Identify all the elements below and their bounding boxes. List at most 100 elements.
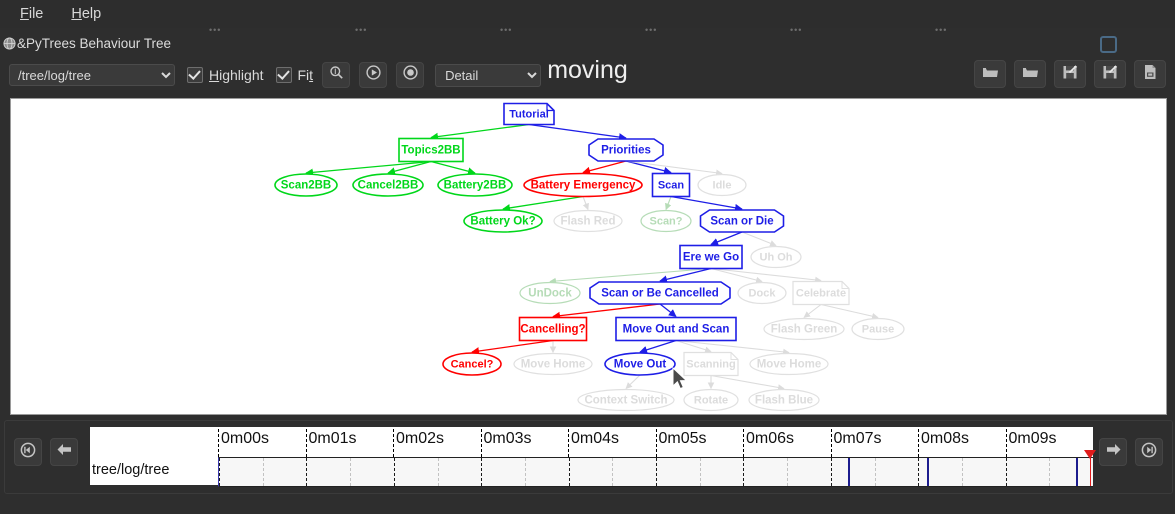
save-document-button[interactable] xyxy=(1134,60,1166,88)
node-label: Scan or Die xyxy=(710,216,773,228)
open-folder-icon xyxy=(982,65,999,84)
timeline-ruler[interactable]: 0m00s 0m01s 0m02s 0m03s 0m04s 0m05s 0m06s 0m07s… xyxy=(218,427,1093,457)
tree-node-move_out_scan[interactable]: Move Out and Scan xyxy=(615,316,737,342)
tree-node-dock[interactable]: Dock xyxy=(737,281,787,305)
node-label: Scan or Be Cancelled xyxy=(601,288,719,300)
node-label: Priorities xyxy=(601,145,651,157)
tree-node-cancelling[interactable]: Cancelling? xyxy=(518,316,588,342)
timeline-gridline-major xyxy=(306,458,308,486)
zoom-button[interactable] xyxy=(322,62,351,88)
tree-edge xyxy=(665,196,672,211)
tree-node-flash_red[interactable]: Flash Red xyxy=(553,209,623,233)
tree-edge xyxy=(528,123,627,141)
go-next-button[interactable] xyxy=(1099,438,1127,466)
save-image-icon xyxy=(1062,64,1078,85)
menu-file[interactable]: File xyxy=(8,3,55,25)
fit-checkbox-box[interactable] xyxy=(275,67,292,83)
tree-node-tutorial[interactable]: Tutorial xyxy=(503,102,555,126)
highlight-checkbox-box[interactable] xyxy=(187,67,203,83)
tree-node-undock[interactable]: UnDock xyxy=(519,281,581,305)
save-document-icon xyxy=(1143,64,1157,85)
tree-node-context_switch[interactable]: Context Switch xyxy=(577,388,675,412)
highlight-checkbox[interactable]: Highlight xyxy=(187,67,264,83)
timeline-track[interactable] xyxy=(218,450,1096,487)
timeline-event-marker[interactable] xyxy=(848,458,851,486)
tree-node-flash_blue[interactable]: Flash Blue xyxy=(748,388,820,412)
menu-help-label: elp xyxy=(81,6,102,22)
go-first-button[interactable] xyxy=(14,438,42,466)
timeline-view[interactable]: tree/log/tree 0m00s 0m01s 0m02s 0m03s 0m04s 0… xyxy=(90,427,1096,487)
tree-node-scan_or_cancel[interactable]: Scan or Be Cancelled xyxy=(589,281,731,305)
tree-node-scan[interactable]: Scan xyxy=(651,172,691,198)
tree-edge xyxy=(471,339,554,355)
timeline-playhead[interactable] xyxy=(1083,450,1096,486)
play-button[interactable] xyxy=(359,62,388,88)
zoom-icon xyxy=(329,65,344,85)
tree-node-celebrate[interactable]: Celebrate xyxy=(792,280,850,306)
tree-node-cancel_q[interactable]: Cancel? xyxy=(442,352,502,376)
timeline-gridline-minor xyxy=(350,458,352,486)
tree-node-scan2bb[interactable]: Scan2BB xyxy=(274,173,338,197)
timeline-tick xyxy=(305,429,307,457)
timeline-tick xyxy=(1005,429,1007,457)
fit-checkbox-label: Fit xyxy=(297,67,314,83)
tree-canvas[interactable]: Tutorial Topics2BB Priorities Scan2BB Cancel… xyxy=(10,98,1167,415)
record-button[interactable] xyxy=(396,62,425,88)
right-toolbar xyxy=(966,60,1166,88)
play-icon xyxy=(365,65,381,85)
tree-node-ere_we_go[interactable]: Ere we Go xyxy=(679,244,743,270)
node-label: Flash Blue xyxy=(755,395,813,407)
tree-node-flash_green[interactable]: Flash Green xyxy=(763,317,845,341)
timeline-event-marker[interactable] xyxy=(926,458,929,486)
open-folder-icon xyxy=(1022,65,1039,84)
tree-node-battery_emergency[interactable]: Battery Emergency xyxy=(523,172,643,198)
tree-node-topics2bb[interactable]: Topics2BB xyxy=(398,137,464,163)
tree-node-move_out[interactable]: Move Out xyxy=(604,352,676,376)
detail-select[interactable]: Detail xyxy=(435,63,542,87)
tree-node-idle[interactable]: Idle xyxy=(697,173,747,197)
node-label: Dock xyxy=(749,288,777,300)
timeline-gridline-major xyxy=(1005,458,1007,486)
go-first-icon xyxy=(20,442,36,463)
node-label: Pause xyxy=(862,324,894,336)
tree-node-scan_or_die[interactable]: Scan or Die xyxy=(699,209,785,233)
tree-node-battery_ok[interactable]: Battery Ok? xyxy=(463,209,543,233)
tree-edge xyxy=(502,195,584,212)
open-folder-button-2[interactable] xyxy=(1014,60,1046,88)
tree-node-battery2bb[interactable]: Battery2BB xyxy=(437,173,513,197)
tree-node-scan_q[interactable]: Scan? xyxy=(640,209,692,233)
timeline-playhead-handle[interactable] xyxy=(1083,450,1096,459)
go-previous-button[interactable] xyxy=(50,438,78,466)
fit-checkbox[interactable]: Fit xyxy=(275,67,314,83)
node-label: Tutorial xyxy=(509,109,549,121)
tree-edge xyxy=(670,195,743,212)
tree-node-priorities[interactable]: Priorities xyxy=(588,138,664,162)
tree-node-pause[interactable]: Pause xyxy=(851,317,905,341)
timeline-tick-label: 0m06s xyxy=(746,430,795,447)
node-label: Move Home xyxy=(521,359,586,371)
save-image-button-2[interactable] xyxy=(1094,60,1126,88)
tree-node-cancel2bb[interactable]: Cancel2BB xyxy=(352,173,424,197)
menu-help[interactable]: Help xyxy=(59,3,113,25)
timeline-gridline-minor xyxy=(699,458,701,486)
tree-edge xyxy=(741,231,777,247)
timeline-gridline-minor xyxy=(262,458,264,486)
tree-node-uh_oh[interactable]: Uh Oh xyxy=(750,245,802,269)
node-label: Celebrate xyxy=(796,288,846,300)
timeline-tick xyxy=(393,429,394,457)
restore-window-icon[interactable] xyxy=(1100,36,1117,53)
tree-node-scanning[interactable]: Scanning xyxy=(683,351,739,377)
save-image-button-1[interactable] xyxy=(1054,60,1086,88)
timeline-tick-label: 0m07s xyxy=(833,430,882,447)
tree-node-rotate[interactable]: Rotate xyxy=(683,388,739,412)
tree-node-move_home_2[interactable]: Move Home xyxy=(749,352,829,376)
open-folder-button-1[interactable] xyxy=(974,60,1006,88)
topic-select[interactable]: /tree/log/tree xyxy=(9,64,175,86)
tree-node-move_home_1[interactable]: Move Home xyxy=(513,352,593,376)
node-label: UnDock xyxy=(528,288,572,300)
timeline-event-marker[interactable] xyxy=(1075,458,1078,486)
dock-title-label: &PyTrees Behaviour Tree xyxy=(17,36,172,51)
node-label: Rotate xyxy=(694,395,728,407)
go-last-button[interactable] xyxy=(1135,438,1163,466)
node-label: Topics2BB xyxy=(401,145,460,157)
